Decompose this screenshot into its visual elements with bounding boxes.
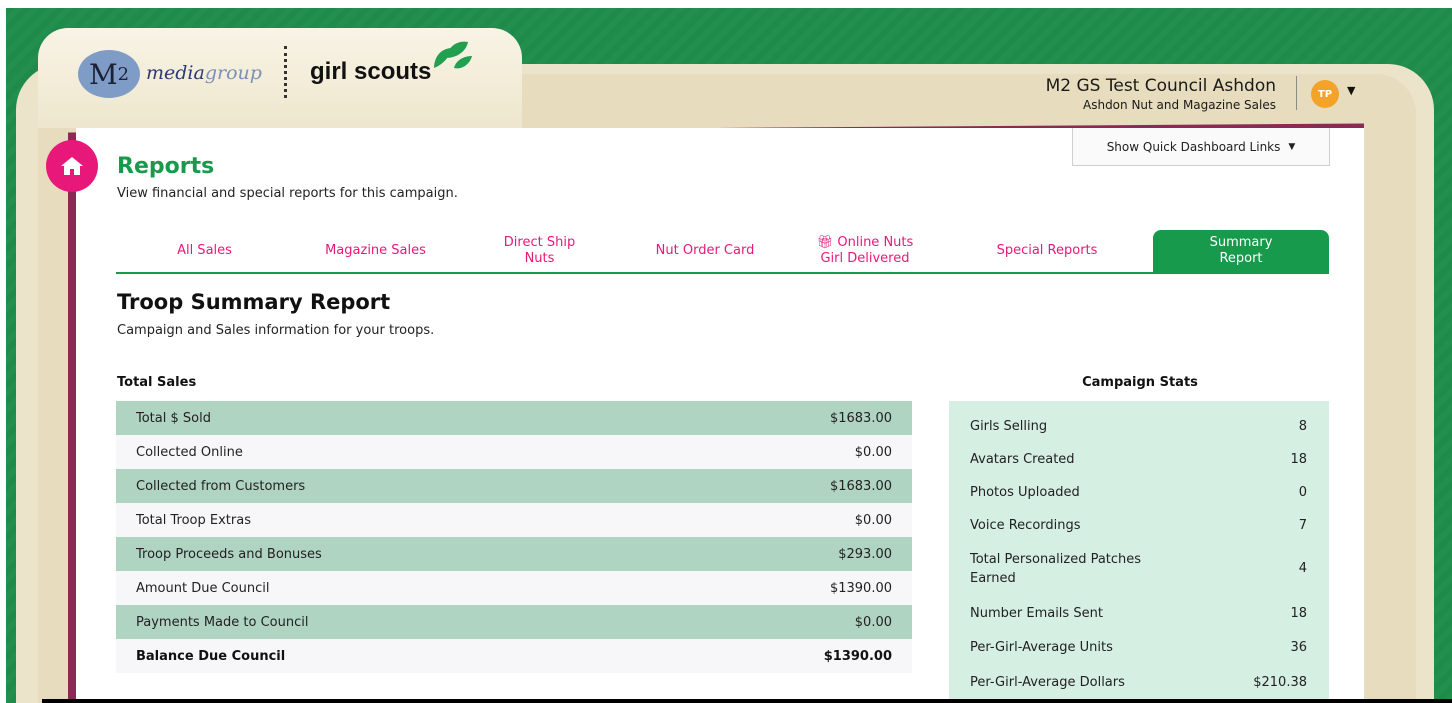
table-row: Total Troop Extras $0.00	[116, 503, 912, 537]
stat-label-line2: Earned	[970, 571, 1016, 586]
page-subtitle: View financial and special reports for t…	[117, 186, 458, 201]
stat-value: 4	[1298, 561, 1307, 577]
home-icon	[61, 157, 83, 175]
stat-row: Per-Girl-Average Units 36	[970, 630, 1307, 664]
stat-label: Girls Selling	[970, 418, 1048, 434]
stat-row: Voice Recordings 7	[970, 509, 1307, 542]
tab-label: Direct Ship	[503, 234, 576, 250]
table-row-total: Balance Due Council $1390.00	[116, 639, 912, 673]
stat-value: 36	[1290, 639, 1307, 655]
mediagroup-wordmark: mediagroup	[146, 62, 262, 84]
girl-scouts-wordmark: girl scouts	[310, 58, 432, 85]
table-row: Collected from Customers $1683.00	[116, 469, 912, 503]
quick-dashboard-links-dropdown[interactable]: Show Quick Dashboard Links ▼	[1072, 128, 1330, 166]
stat-row: Total Personalized Patches Earned 4	[970, 542, 1307, 596]
chevron-down-icon[interactable]: ▼	[1347, 84, 1355, 97]
campaign-stats-panel: Girls Selling 8 Avatars Created 18 Photo…	[949, 401, 1329, 703]
tab-label-line2: Girl Delivered	[820, 251, 910, 266]
council-name: M2 GS Test Council Ashdon	[1045, 76, 1276, 96]
row-label: Total Troop Extras	[136, 512, 251, 528]
chevron-down-icon: ▼	[1288, 141, 1296, 152]
row-value: $0.00	[854, 614, 892, 630]
stat-label: Photos Uploaded	[970, 485, 1080, 500]
stat-label: Number Emails Sent	[970, 605, 1103, 621]
row-label: Total $ Sold	[136, 410, 211, 426]
tab-label-line2: Nuts	[524, 251, 555, 266]
stat-label: Total Personalized Patches	[970, 551, 1142, 567]
table-row: Amount Due Council $1390.00	[116, 571, 912, 605]
campaign-name: Ashdon Nut and Magazine Sales	[1083, 98, 1276, 112]
stat-value: 0	[1298, 485, 1307, 500]
row-label: Collected from Customers	[136, 478, 306, 494]
table-row: Payments Made to Council $0.00	[116, 605, 912, 639]
row-value: $0.00	[854, 444, 892, 460]
account-divider	[1296, 76, 1297, 110]
tab-online-nuts-girl-delivered[interactable]: 🎁︎ Online Nuts Girl Delivered	[789, 230, 941, 272]
stat-label: Per-Girl-Average Units	[970, 639, 1113, 655]
stat-row: Number Emails Sent 18	[970, 596, 1307, 630]
tab-summary-report[interactable]: Summary Report	[1153, 230, 1329, 272]
tab-direct-ship-nuts[interactable]: Direct Ship Nuts	[458, 230, 621, 272]
row-label: Balance Due Council	[136, 648, 286, 664]
m2-logo[interactable]: M2	[78, 50, 140, 98]
tab-label: Nut Order Card	[655, 242, 755, 258]
total-sales-heading: Total Sales	[117, 375, 197, 390]
media-word: media	[146, 62, 205, 84]
row-label: Payments Made to Council	[136, 614, 309, 630]
row-value: $1390.00	[823, 648, 892, 664]
table-row: Collected Online $0.00	[116, 435, 912, 469]
tab-label: Magazine Sales	[325, 242, 426, 258]
tab-label-line2: Report	[1219, 251, 1263, 266]
stat-value: 18	[1290, 605, 1307, 621]
stat-label: Avatars Created	[970, 452, 1075, 467]
m2-logo-letter: M	[88, 57, 118, 91]
total-sales-table: Total $ Sold $1683.00 Collected Online $…	[116, 401, 912, 673]
table-row: Troop Proceeds and Bonuses $293.00	[116, 537, 912, 571]
report-subtitle: Campaign and Sales information for your …	[117, 323, 435, 338]
quick-links-label: Show Quick Dashboard Links	[1106, 139, 1281, 154]
row-value: $1683.00	[829, 478, 892, 494]
stat-value: 7	[1298, 518, 1307, 533]
stat-value: $210.38	[1253, 674, 1307, 690]
user-avatar[interactable]: TP	[1311, 80, 1339, 108]
stat-label: Per-Girl-Average Dollars	[970, 674, 1125, 690]
tab-label: Summary	[1209, 234, 1273, 250]
report-tabs: All Sales Magazine Sales Direct Ship Nuts…	[116, 230, 1329, 274]
row-value: $293.00	[838, 546, 892, 562]
stat-label: Voice Recordings	[970, 518, 1081, 533]
trefoil-icon	[434, 41, 472, 69]
group-word: group	[204, 62, 262, 84]
stat-value: 8	[1298, 418, 1307, 434]
tab-label: Special Reports	[996, 242, 1098, 258]
logo-divider	[284, 46, 287, 98]
tab-nut-order-card[interactable]: Nut Order Card	[621, 230, 789, 272]
row-label: Troop Proceeds and Bonuses	[136, 546, 322, 562]
row-value: $1683.00	[829, 410, 892, 426]
page-title: Reports	[117, 154, 215, 179]
tab-magazine-sales[interactable]: Magazine Sales	[293, 230, 458, 272]
home-button[interactable]	[46, 140, 98, 192]
stat-row: Photos Uploaded 0	[970, 476, 1307, 509]
report-title: Troop Summary Report	[117, 290, 391, 314]
row-value: $1390.00	[829, 580, 892, 596]
row-value: $0.00	[854, 512, 892, 528]
campaign-stats-heading: Campaign Stats	[1082, 375, 1198, 390]
account-info: M2 GS Test Council Ashdon Ashdon Nut and…	[970, 76, 1276, 112]
tab-label: Online Nuts	[837, 234, 914, 250]
tab-special-reports[interactable]: Special Reports	[941, 230, 1153, 272]
stat-row: Per-Girl-Average Dollars $210.38	[970, 664, 1307, 700]
gift-icon: 🎁︎	[816, 234, 834, 250]
stat-row: Girls Selling 8	[970, 401, 1307, 443]
table-row: Total $ Sold $1683.00	[116, 401, 912, 435]
stat-value: 18	[1290, 452, 1307, 467]
m2-logo-sub: 2	[117, 63, 130, 85]
tab-label: All Sales	[177, 242, 232, 258]
row-label: Collected Online	[136, 444, 243, 460]
row-label: Amount Due Council	[136, 580, 270, 596]
stat-row: Avatars Created 18	[970, 443, 1307, 476]
bottom-edge	[42, 699, 1452, 703]
tab-all-sales[interactable]: All Sales	[116, 230, 293, 272]
